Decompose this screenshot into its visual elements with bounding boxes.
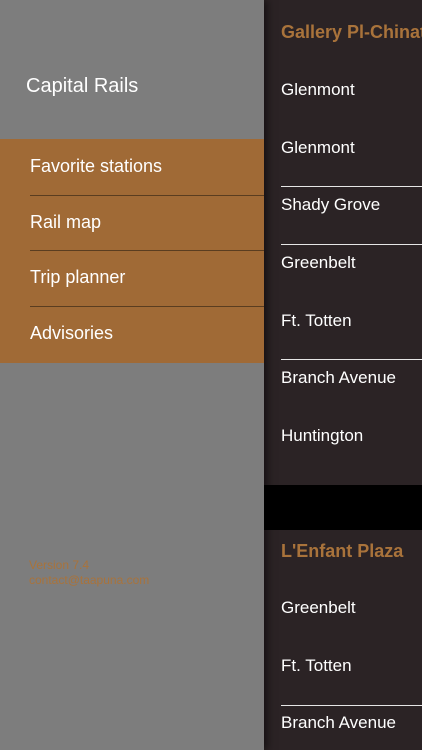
menu-item-label: Advisories: [30, 323, 114, 343]
contact-email-link[interactable]: contact@taapuna.com: [29, 573, 149, 587]
destination-row[interactable]: Branch Avenue: [281, 713, 396, 733]
row-divider: [281, 186, 422, 187]
nav-drawer: Capital Rails Favorite stations Rail map…: [0, 0, 264, 750]
destination-row[interactable]: Ft. Totten: [281, 311, 352, 331]
station-title: L'Enfant Plaza: [281, 541, 404, 561]
menu-item-label: Rail map: [30, 212, 102, 232]
destination-row[interactable]: Ft. Totten: [281, 656, 352, 676]
menu-item-rail-map[interactable]: Rail map: [0, 195, 264, 251]
destination-row[interactable]: Huntington: [281, 426, 363, 446]
destination-row[interactable]: Glenmont: [281, 80, 355, 100]
station-section-gallery-place: Gallery Pl-Chinatown Glenmont Glenmont S…: [264, 0, 422, 485]
menu-item-favorite-stations[interactable]: Favorite stations: [0, 139, 264, 195]
row-divider: [281, 244, 422, 245]
menu-item-trip-planner[interactable]: Trip planner: [0, 250, 264, 306]
destination-row[interactable]: Shady Grove: [281, 195, 380, 215]
destination-row[interactable]: Greenbelt: [281, 598, 356, 618]
row-divider: [281, 705, 422, 706]
menu-item-advisories[interactable]: Advisories: [0, 306, 264, 362]
destination-row[interactable]: Glenmont: [281, 138, 355, 158]
version-label: Version 7.4: [29, 558, 90, 572]
app-title: Capital Rails: [26, 75, 139, 97]
destination-row[interactable]: Branch Avenue: [281, 368, 396, 388]
menu-item-label: Favorite stations: [30, 156, 163, 176]
destination-row[interactable]: Greenbelt: [281, 253, 356, 273]
station-section-lenfant-plaza: L'Enfant Plaza Greenbelt Ft. Totten Bran…: [264, 530, 422, 750]
drawer-menu: Favorite stations Rail map Trip planner …: [0, 139, 264, 363]
station-title: Gallery Pl-Chinatown: [281, 22, 422, 42]
row-divider: [281, 359, 422, 360]
menu-item-label: Trip planner: [30, 267, 126, 287]
